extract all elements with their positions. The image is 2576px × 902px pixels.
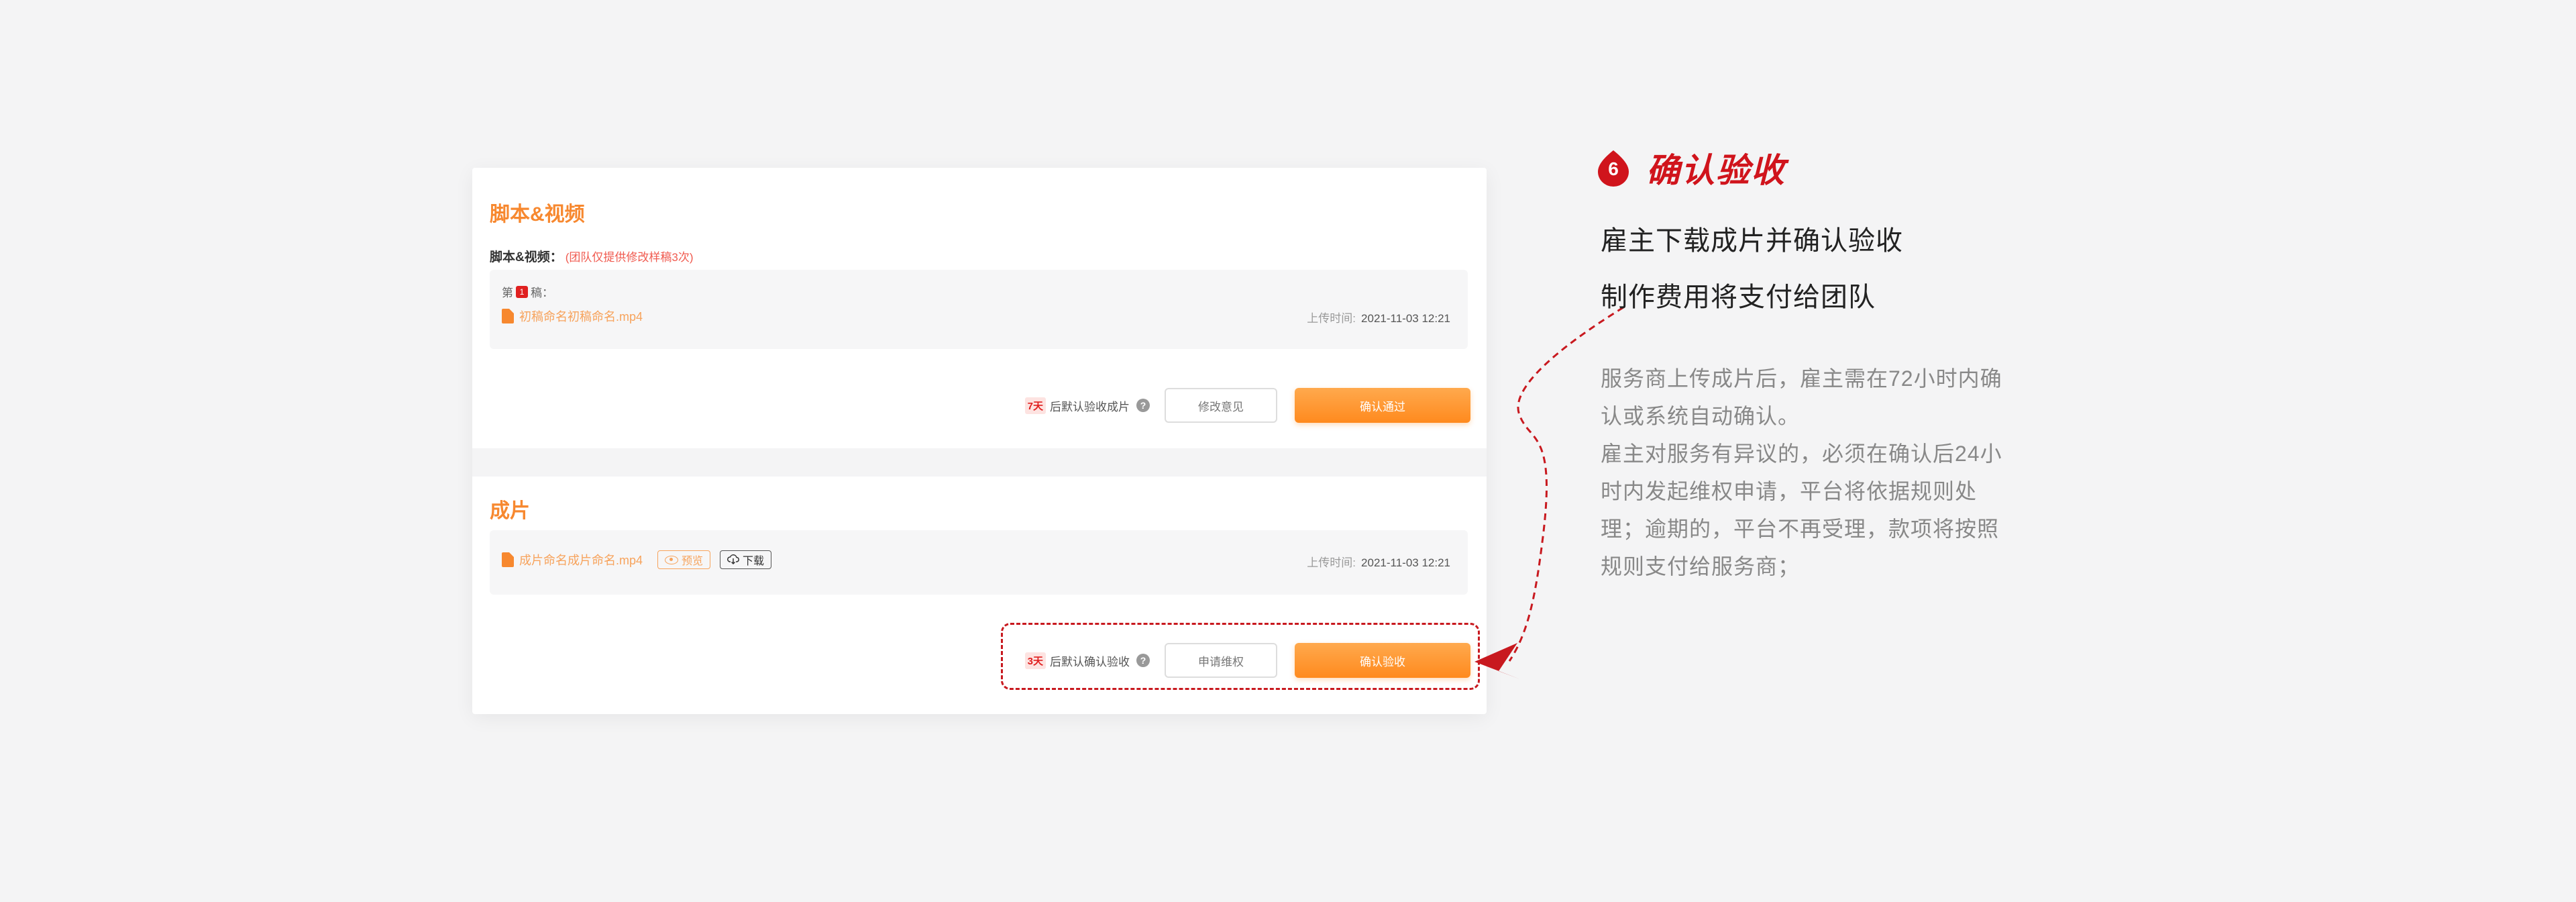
step-title: 确认验收 <box>1646 152 1786 189</box>
step-number: 6 <box>1608 158 1619 179</box>
description-paragraph-1: 服务商上传成片后，雇主需在72小时内确认或系统自动确认。 <box>1601 366 2002 428</box>
connector-arrow <box>1474 306 1624 679</box>
step-heading: 6 确认验收 <box>1597 144 1786 192</box>
description: 服务商上传成片后，雇主需在72小时内确认或系统自动确认。 雇主对服务有异议的，必… <box>1601 360 2017 585</box>
lead-line-2: 制作费用将支付给团队 <box>1601 283 1876 312</box>
arrow-head-icon <box>1474 643 1520 679</box>
lead-line-1: 雇主下载成片并确认验收 <box>1601 226 1903 256</box>
description-paragraph-2: 雇主对服务有异议的，必须在确认后24小时内发起维权申请，平台将依据规则处理；逾期… <box>1601 442 2002 579</box>
step-number-badge: 6 <box>1597 149 1630 187</box>
